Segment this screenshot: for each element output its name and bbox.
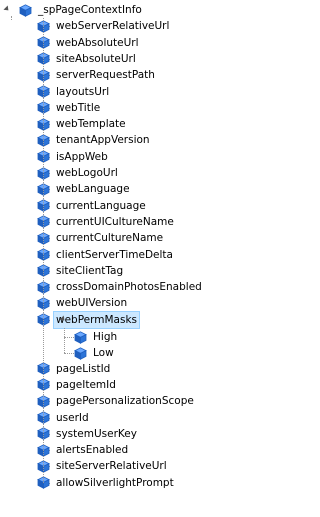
tree-node[interactable]: isAppWeb (37, 149, 110, 165)
property-tree: _spPageContextInfo webServerRelativeUrl we… (0, 0, 219, 517)
tree-node[interactable]: clientServerTimeDelta (37, 247, 175, 263)
tree-node-label: Low (93, 347, 114, 360)
tree-child-node[interactable]: High (74, 329, 119, 345)
collapse-toggle-icon[interactable] (59, 316, 68, 325)
tree-node-label: webLogoUrl (56, 167, 118, 179)
tree-connector (11, 16, 12, 20)
tree-node-label: tenantAppVersion (56, 134, 150, 147)
property-cube-icon (19, 3, 32, 17)
tree-node-label: pageListId (56, 362, 111, 375)
property-cube-icon (74, 347, 87, 360)
tree-node[interactable]: webUIVersion (37, 295, 129, 311)
tree-node[interactable]: webTemplate (37, 116, 128, 132)
tree-node-label: crossDomainPhotosEnabled (56, 281, 202, 294)
tree-node[interactable]: webLogoUrl (37, 165, 120, 181)
tree-node[interactable]: webServerRelativeUrl (37, 18, 171, 34)
tree-node-label: pagePersonalizationScope (56, 395, 194, 408)
tree-node-label: currentUICultureName (56, 215, 174, 228)
tree-node[interactable]: pageListId (37, 361, 112, 377)
tree-node[interactable]: currentLanguage (37, 198, 148, 214)
tree-node-label: layoutsUrl (56, 85, 110, 98)
tree-node[interactable]: currentCultureName (37, 230, 165, 246)
tree-node-label: siteServerRelativeUrl (56, 460, 167, 473)
tree-child-node[interactable]: Low (74, 345, 116, 361)
tree-node[interactable]: systemUserKey (37, 426, 139, 442)
tree-node-label: serverRequestPath (56, 69, 155, 82)
tree-node-label: webAbsoluteUrl (56, 36, 139, 49)
tree-node[interactable]: siteClientTag (37, 263, 125, 279)
tree-node[interactable]: pagePersonalizationScope (37, 393, 196, 409)
tree-node[interactable]: siteAbsoluteUrl (37, 51, 138, 67)
tree-node-label: pageItemId (56, 378, 116, 391)
tree-connector (43, 18, 44, 483)
tree-node[interactable]: allowSilverlightPrompt (37, 475, 176, 491)
tree-node[interactable]: siteServerRelativeUrl (37, 458, 169, 474)
tree-node-label: clientServerTimeDelta (56, 248, 173, 261)
tree-node-label: userId (56, 411, 89, 424)
tree-node[interactable]: userId (37, 410, 91, 426)
property-cube-icon (74, 330, 87, 344)
tree-node-label: webTitle (56, 101, 101, 114)
tree-node[interactable]: pageItemId (37, 377, 118, 393)
tree-node-label: webLanguage (56, 183, 130, 196)
collapse-toggle-icon[interactable] (3, 6, 12, 15)
tree-node-label: currentCultureName (56, 232, 164, 245)
tree-node-selected[interactable]: webPermMasks (37, 310, 141, 329)
tree-node[interactable]: currentUICultureName (37, 214, 176, 230)
tree-node-label: alertsEnabled (56, 444, 129, 457)
tree-node-label: webUIVersion (56, 297, 128, 310)
tree-node[interactable]: layoutsUrl (37, 84, 111, 100)
tree-node[interactable]: alertsEnabled (37, 442, 130, 458)
tree-node[interactable]: crossDomainPhotosEnabled (37, 279, 204, 295)
tree-node-label: _spPageContextInfo (38, 4, 142, 16)
tree-node[interactable]: webAbsoluteUrl (37, 35, 141, 51)
tree-node-label: siteAbsoluteUrl (56, 52, 136, 65)
tree-node-label: currentLanguage (56, 199, 146, 212)
tree-node-label: allowSilverlightPrompt (56, 476, 174, 489)
tree-root-node[interactable]: _spPageContextInfo (19, 2, 144, 18)
tree-node-label: siteClientTag (56, 264, 124, 277)
tree-node[interactable]: serverRequestPath (37, 67, 157, 83)
tree-node[interactable]: webTitle (37, 100, 102, 116)
tree-node-label: High (93, 331, 118, 343)
tree-node[interactable]: webLanguage (37, 181, 132, 197)
tree-node-label: systemUserKey (56, 427, 137, 440)
tree-node-label: webTemplate (56, 118, 126, 131)
tree-node-label: webServerRelativeUrl (56, 20, 170, 33)
tree-connector (64, 327, 65, 354)
tree-node[interactable]: tenantAppVersion (37, 132, 152, 148)
tree-node-label: isAppWeb (56, 150, 108, 163)
